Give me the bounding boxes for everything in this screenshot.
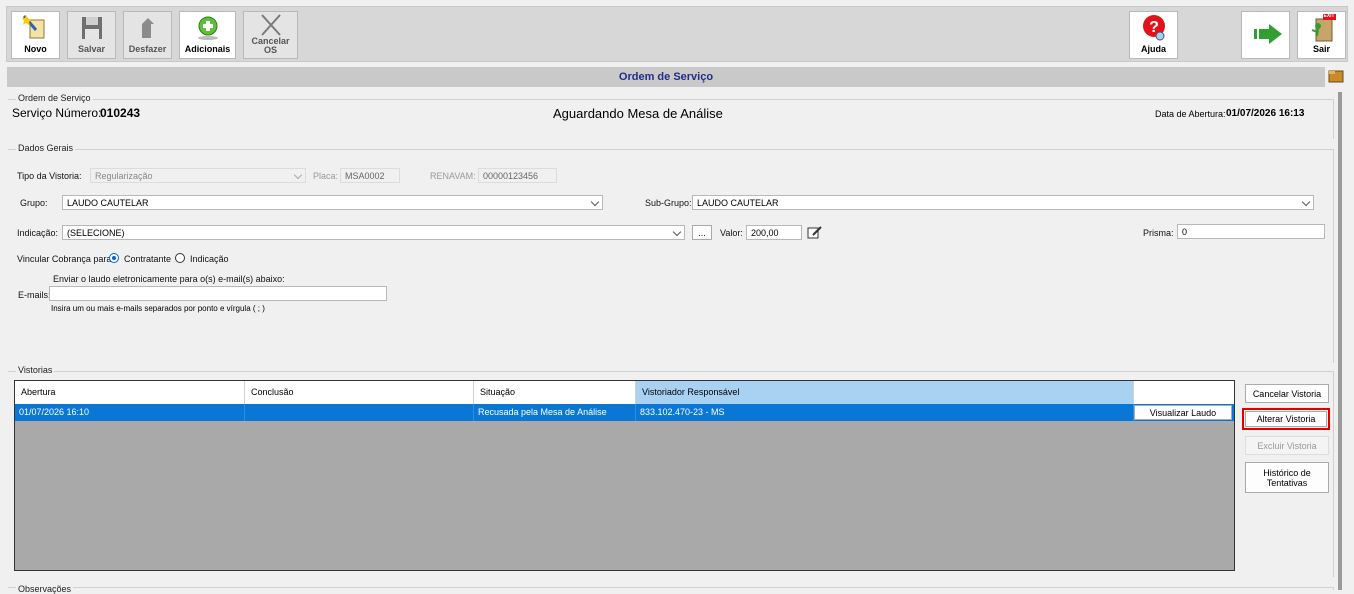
column-header-vistoriador[interactable]: Vistoriador Responsável	[636, 381, 1134, 404]
prisma-field[interactable]: 0	[1177, 224, 1325, 239]
tipo-vistoria-select[interactable]: Regularização	[90, 168, 306, 183]
contratante-radio[interactable]	[109, 253, 119, 263]
grupo-select[interactable]: LAUDO CAUTELAR	[62, 195, 603, 210]
alterar-vistoria-button[interactable]: Alterar Vistoria	[1245, 411, 1327, 427]
subgrupo-label: Sub-Grupo:	[645, 198, 692, 208]
indicacao-radio-label: Indicação	[190, 254, 229, 264]
contratante-label: Contratante	[124, 254, 172, 264]
valor-field[interactable]: 200,00	[746, 225, 802, 240]
emails-hint: Insira um ou mais e-mails separados por …	[51, 304, 265, 313]
status-text: Aguardando Mesa de Análise	[553, 106, 723, 121]
indicacao-select[interactable]: (SELECIONE)	[62, 225, 685, 240]
salvar-button[interactable]: Salvar	[67, 11, 116, 59]
enviar-text: Enviar o laudo eletronicamente para o(s)…	[53, 274, 285, 284]
chevron-down-icon	[672, 227, 682, 237]
novo-button[interactable]: Novo	[11, 11, 60, 59]
help-icon: ?	[1140, 14, 1168, 42]
historico-tentativas-button[interactable]: Histórico de Tentativas	[1245, 462, 1329, 493]
folder-icon[interactable]	[1328, 69, 1344, 83]
adicionais-button[interactable]: Adicionais	[179, 11, 236, 59]
vincular-label: Vincular Cobrança para:	[17, 254, 114, 264]
numero-label: Serviço Número:	[12, 106, 102, 120]
exit-sign-label: EXIT	[1323, 13, 1335, 19]
tipo-label: Tipo da Vistoria:	[17, 171, 82, 181]
sair-button[interactable]: EXIT Sair	[1297, 11, 1346, 59]
arrow-right-icon	[1252, 22, 1282, 50]
cancelar-os-button[interactable]: Cancelar OS	[243, 11, 298, 59]
new-document-wand-icon	[21, 14, 50, 42]
prisma-label: Prisma:	[1143, 228, 1174, 238]
toolbar: Novo Salvar Desfazer Adicionais Cancelar…	[6, 6, 1348, 62]
cell-vistoriador: 833.102.470-23 - MS	[636, 404, 1134, 421]
excluir-vistoria-button[interactable]: Excluir Vistoria	[1245, 436, 1329, 455]
add-green-icon	[194, 14, 222, 42]
table-row[interactable]: 01/07/2026 16:10 Recusada pela Mesa de A…	[15, 404, 1234, 421]
close-icon	[257, 14, 285, 36]
visualizar-laudo-button[interactable]: Visualizar Laudo	[1134, 405, 1232, 420]
page-title: Ordem de Serviço	[7, 67, 1325, 87]
desfazer-button[interactable]: Desfazer	[123, 11, 172, 59]
placa-field[interactable]: MSA0002	[340, 168, 400, 183]
emails-field[interactable]	[49, 286, 387, 301]
cell-abertura: 01/07/2026 16:10	[15, 404, 245, 421]
edit-pencil-icon[interactable]	[807, 225, 823, 240]
renavam-label: RENAVAM:	[430, 171, 476, 181]
chevron-down-icon	[590, 197, 600, 207]
column-header-situacao[interactable]: Situação	[474, 381, 636, 404]
chevron-down-icon	[1301, 197, 1311, 207]
undo-icon	[134, 14, 162, 42]
column-header-abertura[interactable]: Abertura	[15, 381, 245, 404]
valor-label: Valor:	[720, 228, 743, 238]
abertura-label: Data de Abertura:	[1155, 109, 1226, 119]
cancelar-vistoria-button[interactable]: Cancelar Vistoria	[1245, 384, 1329, 403]
ajuda-button[interactable]: ? Ajuda	[1129, 11, 1178, 59]
cell-conclusao	[245, 404, 474, 421]
emails-label: E-mails:	[18, 290, 51, 300]
indicacao-label: Indicação:	[17, 228, 59, 238]
floppy-disk-icon	[78, 14, 106, 42]
indicacao-search-button[interactable]: ...	[692, 225, 712, 240]
subgrupo-select[interactable]: LAUDO CAUTELAR	[692, 195, 1314, 210]
vertical-scrollbar[interactable]	[1338, 92, 1342, 590]
vistorias-grid[interactable]: Abertura Conclusão Situação Vistoriador …	[14, 380, 1235, 571]
grupo-label: Grupo:	[20, 198, 48, 208]
service-number: 010243	[100, 106, 141, 120]
exit-door-icon: EXIT	[1308, 13, 1336, 42]
next-arrow-button[interactable]	[1241, 11, 1290, 59]
renavam-field[interactable]: 00000123456	[478, 168, 557, 183]
placa-label: Placa:	[313, 171, 339, 181]
cell-situacao: Recusada pela Mesa de Análise	[474, 404, 636, 421]
indicacao-radio[interactable]	[175, 253, 185, 263]
chevron-down-icon	[293, 170, 303, 180]
grid-header: Abertura Conclusão Situação Vistoriador …	[15, 381, 1234, 404]
column-header-conclusao[interactable]: Conclusão	[245, 381, 474, 404]
abertura-date: 01/07/2026 16:13	[1226, 108, 1305, 119]
